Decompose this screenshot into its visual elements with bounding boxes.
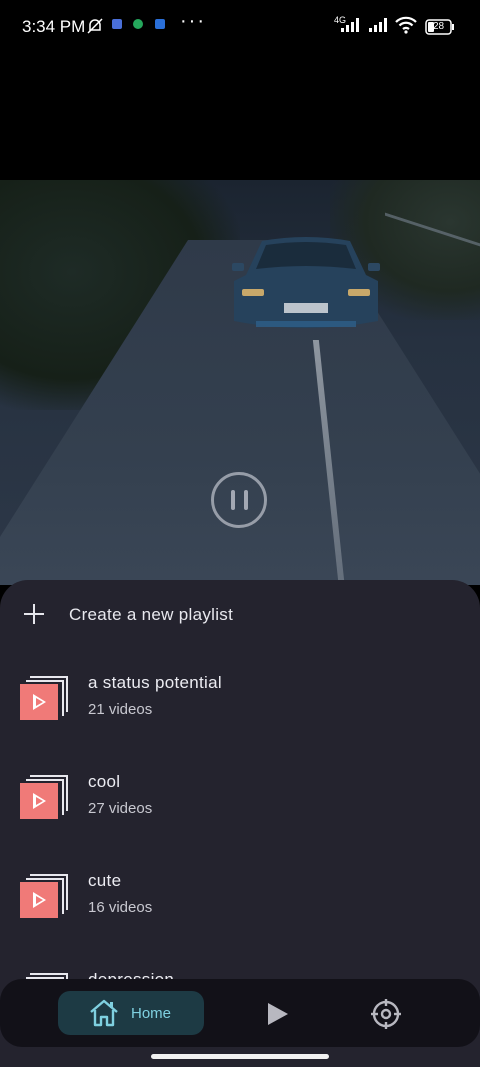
playlist-name: cute [88, 871, 122, 890]
pause-button[interactable] [211, 472, 267, 528]
nav-home-label: Home [131, 1005, 172, 1022]
video-player[interactable] [0, 180, 480, 585]
more-dots-icon: ··· [180, 10, 206, 32]
video-car-image [232, 237, 380, 328]
mute-icon [86, 17, 104, 40]
playlist-icon [20, 676, 68, 720]
create-playlist-label: Create a new playlist [69, 605, 234, 624]
playlist-item[interactable]: cool 27 videos [0, 765, 480, 863]
pause-icon-bar-right [244, 490, 248, 510]
pause-icon-bar-left [231, 490, 235, 510]
phone-app-icon [155, 19, 165, 29]
playlist-item[interactable]: a status potential 21 videos [0, 666, 480, 764]
playlist-name: a status potential [88, 673, 222, 692]
status-bar: 3:34 PM ··· 4G 28 [0, 0, 480, 54]
playlist-count: 21 videos [88, 701, 153, 718]
notification-icon [112, 19, 122, 29]
create-playlist-button[interactable]: Create a new playlist [0, 580, 480, 646]
home-icon [90, 999, 118, 1027]
nav-home-button[interactable]: Home [58, 991, 204, 1035]
playlist-count: 16 videos [88, 899, 153, 916]
playlist-name: cool [88, 772, 121, 791]
playlist-count: 27 videos [88, 800, 153, 817]
plus-icon [24, 604, 44, 624]
home-indicator[interactable] [151, 1054, 329, 1059]
playlist-icon [20, 775, 68, 819]
whatsapp-icon [133, 19, 143, 29]
status-time: 3:34 PM [22, 17, 86, 36]
battery-level: 28 [433, 21, 445, 32]
playlist-icon [20, 874, 68, 918]
bottom-navigation: Home [0, 979, 480, 1047]
signal-icon-2 [368, 17, 390, 38]
wifi-icon [394, 16, 418, 39]
signal-icon [340, 17, 362, 38]
settings-icon[interactable] [368, 996, 404, 1032]
play-icon[interactable] [258, 998, 294, 1030]
playlist-item[interactable]: cute 16 videos [0, 864, 480, 962]
